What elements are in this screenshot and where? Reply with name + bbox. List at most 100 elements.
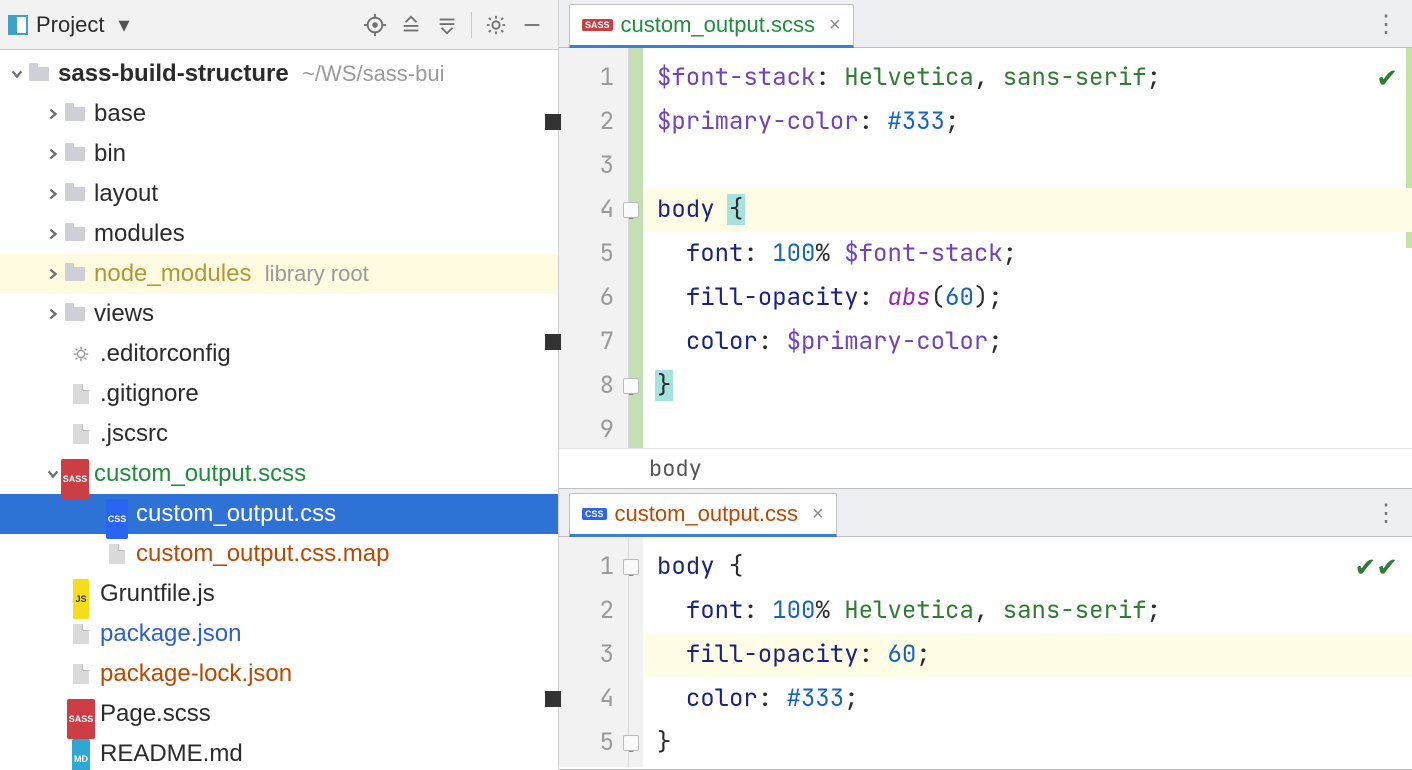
- tree-file-cssmap[interactable]: custom_output.css.map: [0, 534, 558, 574]
- tabbar-top: SASS custom_output.scss × ⋮: [559, 0, 1412, 48]
- code-token: 100: [772, 238, 815, 269]
- code-token: }: [655, 370, 673, 401]
- code-token: ;: [916, 639, 930, 670]
- line-number: 2: [600, 595, 614, 626]
- editor-pane-scss: SASS custom_output.scss × ⋮ 1 2 3 4 5 6 …: [559, 0, 1412, 489]
- code-token: :: [743, 595, 772, 626]
- color-swatch-icon[interactable]: [545, 334, 561, 350]
- gutter-css: 1 2 3 4 5: [559, 537, 629, 767]
- fold-icon[interactable]: [623, 735, 639, 751]
- inspection-ok-icon[interactable]: ✔: [1376, 56, 1398, 100]
- tree-folder-modules[interactable]: modules: [0, 214, 558, 254]
- expand-all-icon[interactable]: [393, 7, 429, 43]
- tree-folder-views[interactable]: views: [0, 294, 558, 334]
- tree-file-package[interactable]: package.json: [0, 614, 558, 654]
- code-token: 100: [772, 595, 815, 626]
- chevron-right-icon[interactable]: [42, 143, 64, 165]
- chevron-right-icon[interactable]: [42, 103, 64, 125]
- tree-file-packagelock[interactable]: package-lock.json: [0, 654, 558, 694]
- tree-item-note: library root: [265, 254, 369, 294]
- code-token: fill-opacity: [686, 639, 859, 670]
- fold-icon[interactable]: [623, 559, 639, 575]
- gear-file-icon: [70, 343, 92, 365]
- close-icon[interactable]: ×: [829, 14, 841, 37]
- ide-window: Project ▾ sass-build-structure ~/WS/sass…: [0, 0, 1412, 770]
- color-swatch-icon[interactable]: [545, 691, 561, 707]
- close-icon[interactable]: ×: [812, 503, 824, 526]
- tab-label: custom_output.scss: [621, 12, 815, 38]
- code-token: $primary-color: [787, 326, 989, 357]
- chevron-down-icon[interactable]: [6, 63, 28, 85]
- js-file-icon: JS: [70, 583, 92, 605]
- code-token: :: [758, 326, 787, 357]
- tree-file-gitignore[interactable]: .gitignore: [0, 374, 558, 414]
- hide-icon[interactable]: [514, 7, 550, 43]
- toolbar-separator: [471, 12, 472, 38]
- code-token: :: [859, 282, 888, 313]
- code-token: ;: [1003, 238, 1017, 269]
- tree-item-label: views: [94, 294, 154, 334]
- color-swatch-icon[interactable]: [545, 114, 561, 130]
- tab-css[interactable]: CSS custom_output.css ×: [569, 493, 837, 537]
- tab-scss[interactable]: SASS custom_output.scss ×: [569, 4, 854, 48]
- more-icon[interactable]: ⋮: [1374, 10, 1398, 39]
- code-scss[interactable]: ✔ $font-stack: Helvetica, sans-serif; $p…: [643, 48, 1412, 448]
- line-number: 6: [600, 282, 614, 313]
- line-number: 7: [600, 326, 614, 357]
- tree-file-gruntfile[interactable]: JS Gruntfile.js: [0, 574, 558, 614]
- fold-icon[interactable]: [623, 378, 639, 394]
- tree-file-jscsrc[interactable]: .jscsrc: [0, 414, 558, 454]
- file-icon: [70, 423, 92, 445]
- code-area-scss[interactable]: 1 2 3 4 5 6 7 8 9 ✔ $font-stack: Helveti…: [559, 48, 1412, 448]
- tree-file-editorconfig[interactable]: .editorconfig: [0, 334, 558, 374]
- chevron-right-icon[interactable]: [42, 263, 64, 285]
- tree-file-css[interactable]: CSS custom_output.css: [0, 494, 558, 534]
- breadcrumb[interactable]: body: [559, 448, 1412, 488]
- code-token: %: [815, 238, 844, 269]
- tree-item-label: bin: [94, 134, 126, 174]
- tree-folder-bin[interactable]: bin: [0, 134, 558, 174]
- code-token: :: [758, 683, 787, 714]
- sass-file-icon: SASS: [64, 463, 86, 485]
- code-css[interactable]: ✔✔ body { font: 100% Helvetica, sans-ser…: [643, 537, 1412, 767]
- tree-folder-layout[interactable]: layout: [0, 174, 558, 214]
- code-token: :: [859, 106, 888, 137]
- more-icon[interactable]: ⋮: [1374, 499, 1398, 528]
- project-tree[interactable]: sass-build-structure ~/WS/sass-bui base …: [0, 50, 558, 770]
- sass-file-icon: SASS: [70, 703, 92, 725]
- tree-folder-node-modules[interactable]: node_modules library root: [0, 254, 558, 294]
- code-token: 60: [945, 282, 974, 313]
- tree-item-label: custom_output.css.map: [136, 534, 389, 574]
- chevron-right-icon[interactable]: [42, 183, 64, 205]
- gear-icon[interactable]: [478, 7, 514, 43]
- file-icon: [106, 543, 128, 565]
- breadcrumb-item[interactable]: body: [649, 454, 702, 483]
- code-token: (: [931, 282, 945, 313]
- code-token: ;: [988, 326, 1002, 357]
- gutter-scss: 1 2 3 4 5 6 7 8 9: [559, 48, 629, 448]
- code-token: fill-opacity: [686, 282, 859, 313]
- line-number: 2: [600, 106, 614, 137]
- code-token: ;: [1147, 595, 1161, 626]
- code-area-css[interactable]: 1 2 3 4 5 ✔✔ body { font: 100% Helvetica…: [559, 537, 1412, 767]
- tree-file-readme[interactable]: MD README.md: [0, 734, 558, 770]
- collapse-all-icon[interactable]: [429, 7, 465, 43]
- line-number: 9: [600, 414, 614, 445]
- tree-file-scss[interactable]: SASS custom_output.scss: [0, 454, 558, 494]
- toolwindow-title[interactable]: Project ▾: [8, 12, 130, 38]
- tree-file-pagescss[interactable]: SASS Page.scss: [0, 694, 558, 734]
- tree-item-label: layout: [94, 174, 158, 214]
- line-number: 3: [600, 639, 614, 670]
- chevron-right-icon[interactable]: [42, 303, 64, 325]
- json-file-icon: [70, 623, 92, 645]
- tree-root[interactable]: sass-build-structure ~/WS/sass-bui: [0, 54, 558, 94]
- tree-item-label: .jscsrc: [100, 414, 168, 454]
- fold-icon[interactable]: [623, 202, 639, 218]
- tree-folder-base[interactable]: base: [0, 94, 558, 134]
- code-token: body: [657, 194, 729, 225]
- tree-item-label: README.md: [100, 734, 243, 770]
- tree-item-label: .editorconfig: [100, 334, 231, 374]
- locate-icon[interactable]: [357, 7, 393, 43]
- code-token: ,: [974, 595, 1003, 626]
- chevron-right-icon[interactable]: [42, 223, 64, 245]
